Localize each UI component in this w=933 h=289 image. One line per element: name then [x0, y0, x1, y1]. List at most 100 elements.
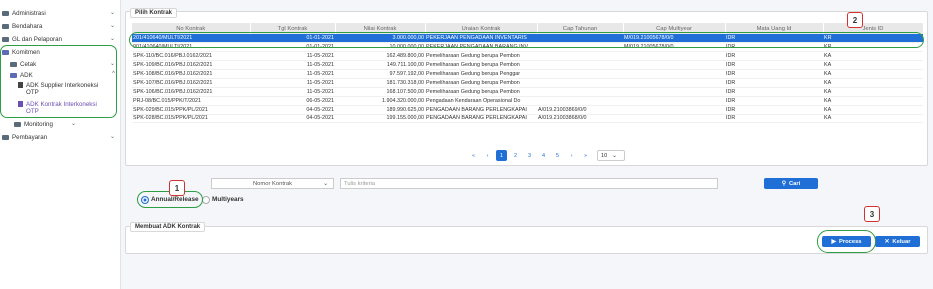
- folder-icon: [2, 134, 9, 140]
- callout-3: 3: [864, 206, 880, 222]
- page-size-select[interactable]: 10 ⌄: [597, 150, 625, 161]
- cell: KA: [823, 51, 923, 62]
- cell: [623, 69, 725, 79]
- cell: 199.155.000,00: [335, 114, 425, 124]
- pagination: « ‹ 1 2 3 4 5 › » 10 ⌄: [468, 150, 625, 161]
- search-input[interactable]: Tulis kriteria: [340, 178, 718, 189]
- search-field-select[interactable]: Nomor Kontrak ⌄: [211, 178, 334, 189]
- table-row[interactable]: SPK-108/BC.016/PBJ.0162/2021 11-05-2021 97…: [132, 69, 923, 79]
- cell: KA: [823, 87, 923, 97]
- cell: 149.711.100,00: [335, 60, 425, 71]
- prev-page-button[interactable]: ‹: [482, 150, 493, 161]
- cell: [623, 114, 725, 124]
- folder-icon: [2, 10, 9, 16]
- cell: SPK-107/BC.016/PBJ.0162/2021: [132, 78, 250, 88]
- cell: [623, 60, 725, 71]
- app-root: Administrasi ⌄ Bendahara ⌄ GL dan Pelapo…: [0, 0, 933, 289]
- cell: IDR: [725, 78, 823, 88]
- cell: [623, 51, 725, 62]
- cell: PRJ-08/BC.015/PPK/T/2021: [132, 96, 250, 106]
- panel-title: Membuat ADK Kontrak: [130, 222, 206, 232]
- cell: Pemeliharaan Gedung berupa Pembon: [425, 87, 537, 97]
- cell: Pengadaan Kendaraan Operasional Do: [425, 96, 537, 106]
- page-4-button[interactable]: 4: [538, 150, 549, 161]
- cell: KA: [823, 105, 923, 115]
- cell: [623, 87, 725, 97]
- cell: PENGADAAN BARANG PERLENGKAPAI: [425, 114, 537, 124]
- cell: PENGADAAN BARANG PERLENGKAPAI: [425, 105, 537, 115]
- cell: IDR: [725, 87, 823, 97]
- cell: 168.107.500,00: [335, 87, 425, 97]
- cell: Pemeliharaan Gedung berupa Pembon: [425, 60, 537, 71]
- sidebar-item-administrasi[interactable]: Administrasi: [2, 8, 46, 18]
- cell: SPK-106/BC.016/PBJ.0162/2021: [132, 87, 250, 97]
- folder-icon: [14, 121, 21, 127]
- cell: 04-05-2021: [250, 105, 335, 115]
- chevron-down-icon[interactable]: ⌄: [71, 120, 76, 127]
- cell: SPK-108/BC.016/PBJ.0162/2021: [132, 69, 250, 79]
- chevron-down-icon: ⌄: [612, 152, 617, 159]
- page-1-button[interactable]: 1: [496, 150, 507, 161]
- cell: KA: [823, 78, 923, 88]
- keluar-button[interactable]: ✕ Keluar: [875, 236, 920, 247]
- cell: SPK-109/BC.016/PBJ.0162/2021: [132, 60, 250, 71]
- chevron-down-icon: ⌄: [323, 180, 328, 187]
- page-5-button[interactable]: 5: [552, 150, 563, 161]
- table-row[interactable]: SPK-029/BC.015/PPK/PL/2021 04-05-2021 189.…: [132, 105, 923, 115]
- chevron-down-icon[interactable]: ⌄: [110, 35, 115, 42]
- cell: 162.489.800,00: [335, 51, 425, 62]
- cell: KA: [823, 96, 923, 106]
- page-3-button[interactable]: 3: [524, 150, 535, 161]
- cell: [537, 69, 623, 79]
- cell: 11-05-2021: [250, 51, 335, 62]
- folder-icon: [2, 23, 9, 29]
- highlight-oval: [817, 230, 876, 253]
- sidebar-item-pembayaran[interactable]: Pembayaran: [2, 132, 47, 142]
- chevron-down-icon[interactable]: ⌄: [110, 133, 115, 140]
- chevron-down-icon[interactable]: ⌄: [110, 22, 115, 29]
- cell: IDR: [725, 96, 823, 106]
- multiyears-radio[interactable]: [202, 196, 210, 204]
- cell: A/019.21003869/0/0: [537, 105, 623, 115]
- cell: IDR: [725, 60, 823, 71]
- cell: [537, 96, 623, 106]
- first-page-button[interactable]: «: [468, 150, 479, 161]
- cell: [537, 78, 623, 88]
- table-row[interactable]: PRJ-08/BC.015/PPK/T/2021 06-05-2021 1.904.…: [132, 96, 923, 106]
- cell: [623, 96, 725, 106]
- sidebar-item-monitoring[interactable]: Monitoring: [14, 119, 53, 129]
- cell: Pemeliharaan Gedung berupa Penggar: [425, 69, 537, 79]
- cell: 189.990.625,00: [335, 105, 425, 115]
- highlight-oval: [0, 45, 117, 118]
- table-row[interactable]: SPK-110/BC.016/PBJ.0162/2021 11-05-2021 16…: [132, 51, 923, 62]
- cell: 11-05-2021: [250, 60, 335, 71]
- folder-icon: [2, 36, 9, 42]
- cell: IDR: [725, 69, 823, 79]
- cell: Pemeliharaan Gedung berupa Pembon: [425, 78, 537, 88]
- highlight-oval: [129, 32, 924, 48]
- sidebar-item-bendahara[interactable]: Bendahara: [2, 21, 42, 31]
- last-page-button[interactable]: »: [580, 150, 591, 161]
- table-row[interactable]: SPK-109/BC.016/PBJ.0162/2021 11-05-2021 14…: [132, 60, 923, 71]
- cell: 11-05-2021: [250, 69, 335, 79]
- cell: 181.730.318,00: [335, 78, 425, 88]
- next-page-button[interactable]: ›: [566, 150, 577, 161]
- callout-2: 2: [847, 12, 863, 28]
- cell: 04-05-2021: [250, 114, 335, 124]
- callout-1: 1: [169, 180, 185, 196]
- search-icon: ⚲: [781, 180, 786, 187]
- cell: SPK-029/BC.015/PPK/PL/2021: [132, 105, 250, 115]
- search-button[interactable]: ⚲ Cari: [764, 178, 818, 189]
- cell: [623, 78, 725, 88]
- cell: KA: [823, 69, 923, 79]
- table-row[interactable]: SPK-107/BC.016/PBJ.0162/2021 11-05-2021 18…: [132, 78, 923, 88]
- table-row[interactable]: SPK-028/BC.015/PPK/PL/2021 04-05-2021 199.…: [132, 114, 923, 124]
- sidebar: Administrasi ⌄ Bendahara ⌄ GL dan Pelapo…: [0, 0, 121, 289]
- cell: Pemeliharaan Gedung berupa Pembon: [425, 51, 537, 62]
- panel-title: Pilih Kontrak: [130, 8, 178, 18]
- cell: [537, 60, 623, 71]
- chevron-down-icon[interactable]: ⌄: [110, 9, 115, 16]
- page-2-button[interactable]: 2: [510, 150, 521, 161]
- table-row[interactable]: SPK-106/BC.016/PBJ.0162/2021 11-05-2021 16…: [132, 87, 923, 97]
- sidebar-item-gl-pelaporan[interactable]: GL dan Pelaporan: [2, 34, 62, 44]
